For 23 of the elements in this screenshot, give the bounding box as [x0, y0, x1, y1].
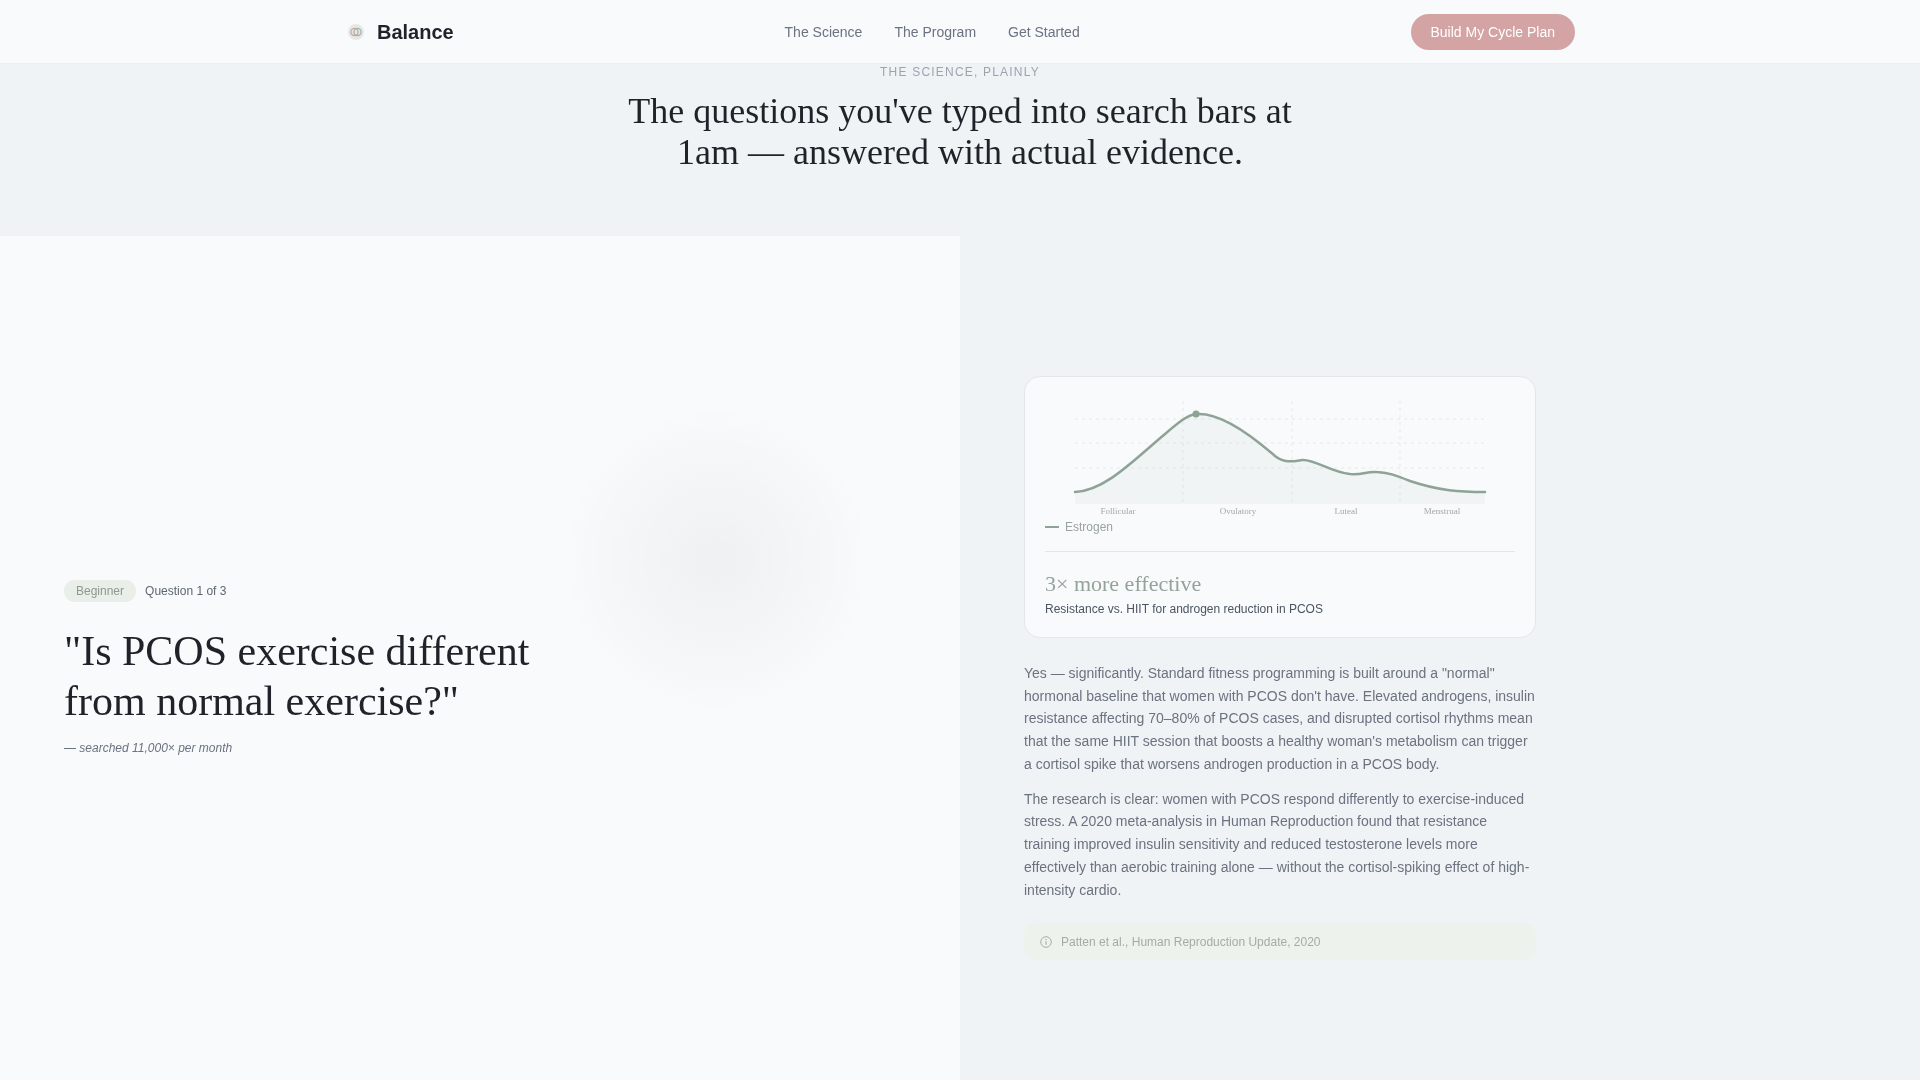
- difficulty-badge: Beginner: [64, 580, 137, 602]
- search-volume-note: — searched 11,000× per month: [64, 740, 233, 756]
- question-heading: "Is PCOS exercise different from normal exercise?": [64, 627, 531, 726]
- nav-link[interactable]: The Program: [894, 21, 977, 42]
- section-eyebrow: THE SCIENCE, PLAINLY: [880, 64, 1040, 80]
- nav-link[interactable]: The Science: [784, 21, 863, 42]
- phase-label: Luteal: [1334, 505, 1358, 516]
- legend-label: Estrogen: [1065, 518, 1114, 535]
- hero-heading: The questions you've typed into search bars at 1am — answered with actual evidence.: [627, 91, 1293, 172]
- nav-link[interactable]: Get Started: [1008, 21, 1080, 42]
- answer-paragraph: The research is clear: women with PCOS respond differently to exercise-induced stress. A 2020 meta-analysis in Human Reproduction found that resistance training improved insulin sensitivity and reduced testosterone levels more effectively than aerobic training alone — without the cortisol-spiking effect of high-intensity cardio.: [1024, 789, 1531, 900]
- stat-caption: Resistance vs. HIIT for androgen reduction in PCOS: [1045, 600, 1324, 617]
- phase-label: Menstrual: [1423, 505, 1461, 516]
- phase-label: Ovulatory: [1219, 505, 1257, 516]
- brand-name: Balance: [377, 19, 454, 45]
- phase-label: Follicular: [1100, 505, 1136, 516]
- question-counter: Question 1 of 3: [145, 583, 227, 599]
- info-icon: [1040, 935, 1052, 948]
- citation-text: Patten et al., Human Reproduction Update, 2020: [1061, 933, 1321, 950]
- stat-value: 3× more effective: [1045, 569, 1203, 598]
- answer-paragraph: Yes — significantly. Standard fitness programming is built around a "normal" hormonal baseline that women with PCOS don't have. Elevated androgens, insulin resistance affecting 70–80% of PCOS cases, and disrupted cortisol rhythms mean that the same HIIT session that boosts a healthy woman's metabolism can trigger a cortisol spike that worsens androgen production in a PCOS body.: [1024, 663, 1535, 774]
- legend-line-icon: [1045, 525, 1059, 528]
- logo-icon: [348, 23, 364, 40]
